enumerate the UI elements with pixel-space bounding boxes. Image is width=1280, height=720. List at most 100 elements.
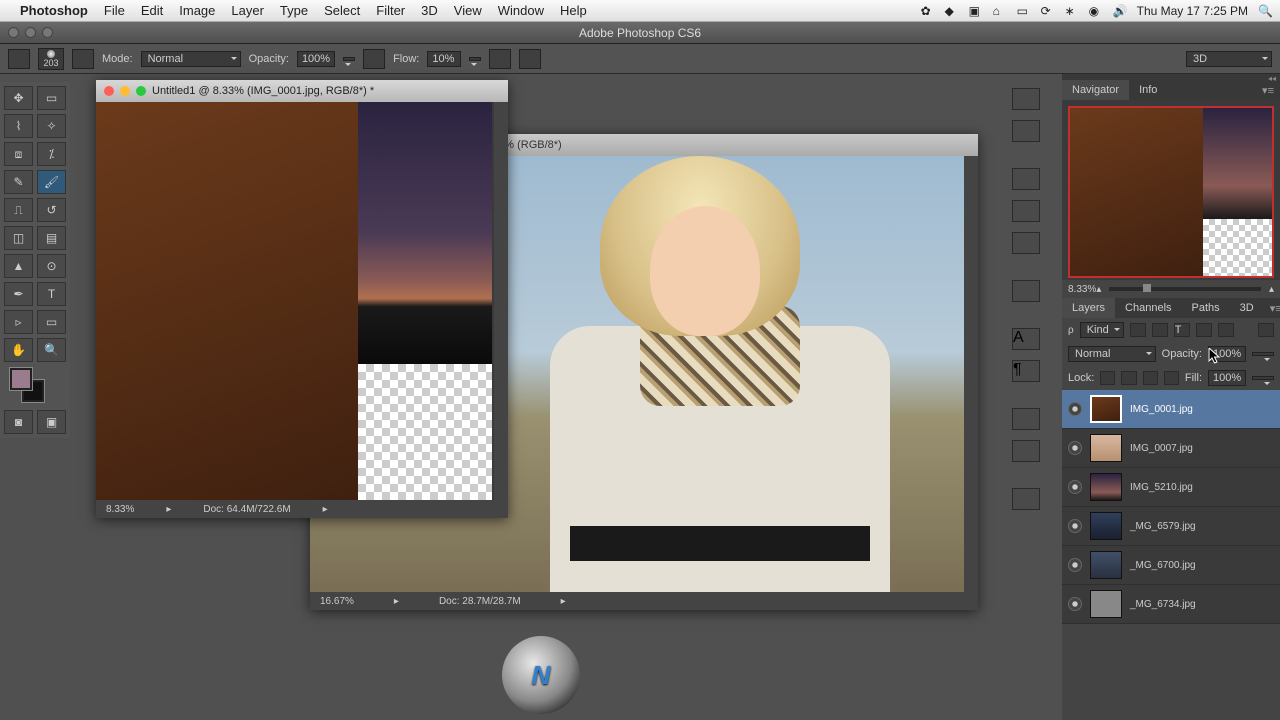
hand-tool[interactable]: ✋ — [4, 338, 33, 362]
tool-preset-icon[interactable] — [8, 49, 30, 69]
lock-transparency-icon[interactable] — [1100, 371, 1115, 385]
menu-select[interactable]: Select — [324, 3, 360, 18]
document-a-titlebar[interactable]: Untitled1 @ 8.33% (IMG_0001.jpg, RGB/8*)… — [96, 80, 508, 102]
navigator-proxy[interactable] — [1068, 106, 1274, 278]
flow-input[interactable]: 10% — [427, 51, 461, 67]
paragraph-panel-icon[interactable]: ¶ — [1012, 360, 1040, 382]
document-b-zoom[interactable]: 16.67% — [320, 596, 354, 607]
traffic-close[interactable] — [8, 27, 19, 38]
styles-panel-icon[interactable] — [1012, 440, 1040, 462]
document-b-vscroll[interactable] — [964, 156, 978, 592]
menu-view[interactable]: View — [454, 3, 482, 18]
document-b-info-icon[interactable]: ▸ — [394, 596, 399, 607]
layer-filter-kind[interactable]: Kind — [1080, 322, 1124, 338]
menu-file[interactable]: File — [104, 3, 125, 18]
char-icon[interactable]: A — [1012, 328, 1040, 350]
filter-smart-icon[interactable] — [1218, 323, 1234, 337]
document-a-canvas[interactable] — [96, 102, 494, 500]
type-tool[interactable]: T — [37, 282, 66, 306]
pressure-size-icon[interactable] — [519, 49, 541, 69]
layer-fill-flyout[interactable] — [1252, 376, 1274, 380]
brush-panel-toggle[interactable] — [72, 49, 94, 69]
navigator-zoom-out-icon[interactable]: ▴ — [1096, 284, 1101, 295]
pressure-opacity-icon[interactable] — [363, 49, 385, 69]
navigator-zoom-in-icon[interactable]: ▴ — [1269, 284, 1274, 295]
layer-opacity-flyout[interactable] — [1252, 352, 1274, 356]
marquee-tool[interactable]: ▭ — [37, 86, 66, 110]
shape-tool[interactable]: ▭ — [37, 310, 66, 334]
display-icon[interactable]: ⌂ — [993, 4, 1007, 18]
tab-channels[interactable]: Channels — [1115, 298, 1181, 318]
doc-zoom-icon[interactable] — [136, 86, 146, 96]
layer-thumbnail[interactable] — [1090, 551, 1122, 579]
tab-info[interactable]: Info — [1129, 80, 1167, 100]
blur-tool[interactable]: ▲ — [4, 254, 33, 278]
airbrush-icon[interactable] — [489, 49, 511, 69]
opacity-flyout[interactable] — [343, 57, 355, 61]
menubar-extra-icon[interactable]: ✿ — [921, 4, 935, 18]
opacity-input[interactable]: 100% — [297, 51, 335, 67]
menu-filter[interactable]: Filter — [376, 3, 405, 18]
tab-layers[interactable]: Layers — [1062, 298, 1115, 318]
traffic-zoom[interactable] — [42, 27, 53, 38]
spotlight-icon[interactable]: 🔍 — [1258, 4, 1272, 18]
healing-brush-tool[interactable]: ✎ — [4, 170, 33, 194]
document-a-zoom[interactable]: 8.33% — [106, 504, 134, 515]
menubar-clock[interactable]: Thu May 17 7:25 PM — [1137, 4, 1248, 18]
workspace-switcher[interactable]: 3D — [1186, 51, 1272, 67]
magic-wand-tool[interactable]: ✧ — [37, 114, 66, 138]
layer-fill-input[interactable]: 100% — [1208, 370, 1246, 386]
layer-name[interactable]: IMG_0001.jpg — [1130, 404, 1193, 415]
pen-tool[interactable]: ✒ — [4, 282, 33, 306]
tab-navigator[interactable]: Navigator — [1062, 80, 1129, 100]
timemachine-icon[interactable]: ⟳ — [1041, 4, 1055, 18]
filter-toggle[interactable] — [1258, 323, 1274, 337]
navigator-menu-icon[interactable]: ▾≡ — [1256, 84, 1280, 97]
eraser-tool[interactable]: ◫ — [4, 226, 33, 250]
visibility-toggle-icon[interactable] — [1068, 402, 1082, 416]
layer-row[interactable]: IMG_0007.jpg — [1062, 429, 1280, 468]
volume-icon[interactable]: 🔊 — [1113, 4, 1127, 18]
foreground-color[interactable] — [10, 368, 32, 390]
blend-mode-select[interactable]: Normal — [141, 51, 241, 67]
dropbox-icon[interactable]: ◆ — [945, 4, 959, 18]
layers-menu-icon[interactable]: ▾≡ — [1264, 302, 1280, 315]
swatches-panel-icon[interactable] — [1012, 408, 1040, 430]
layer-thumbnail[interactable] — [1090, 512, 1122, 540]
layer-opacity-input[interactable]: 100% — [1208, 346, 1246, 362]
move-tool[interactable]: ✥ — [4, 86, 33, 110]
eyedropper-tool[interactable]: ⁒ — [37, 142, 66, 166]
layer-name[interactable]: IMG_0007.jpg — [1130, 443, 1193, 454]
tab-paths[interactable]: Paths — [1182, 298, 1230, 318]
app-menu[interactable]: Photoshop — [20, 3, 88, 18]
menu-layer[interactable]: Layer — [231, 3, 264, 18]
layer-row[interactable]: _MG_6700.jpg — [1062, 546, 1280, 585]
adjustments-panel-icon[interactable] — [1012, 232, 1040, 254]
layer-blend-mode[interactable]: Normal — [1068, 346, 1156, 362]
brush-presets-panel-icon[interactable] — [1012, 200, 1040, 222]
quickmask-toggle[interactable]: ◙ — [4, 410, 33, 434]
document-a-flyout[interactable]: ▸ — [323, 504, 328, 515]
character-panel-icon[interactable] — [1012, 280, 1040, 302]
visibility-toggle-icon[interactable] — [1068, 441, 1082, 455]
navigator-zoom-slider[interactable] — [1109, 287, 1261, 291]
doc-close-icon[interactable] — [104, 86, 114, 96]
document-b-flyout[interactable]: ▸ — [561, 596, 566, 607]
history-brush-tool[interactable]: ↺ — [37, 198, 66, 222]
lock-all-icon[interactable] — [1164, 371, 1179, 385]
menu-help[interactable]: Help — [560, 3, 587, 18]
history-panel-icon[interactable] — [1012, 88, 1040, 110]
lock-position-icon[interactable] — [1143, 371, 1158, 385]
filter-type-icon[interactable]: T — [1174, 323, 1190, 337]
bluetooth-icon[interactable]: ∗ — [1065, 4, 1079, 18]
layer-thumbnail[interactable] — [1090, 434, 1122, 462]
path-select-tool[interactable]: ▹ — [4, 310, 33, 334]
layer-thumbnail[interactable] — [1090, 395, 1122, 423]
menubar-app-icon[interactable]: ▣ — [969, 4, 983, 18]
layer-name[interactable]: _MG_6700.jpg — [1130, 560, 1196, 571]
crop-tool[interactable]: ⧈ — [4, 142, 33, 166]
filter-pixel-icon[interactable] — [1130, 323, 1146, 337]
doc-minimize-icon[interactable] — [120, 86, 130, 96]
filter-adjust-icon[interactable] — [1152, 323, 1168, 337]
flow-flyout[interactable] — [469, 57, 481, 61]
